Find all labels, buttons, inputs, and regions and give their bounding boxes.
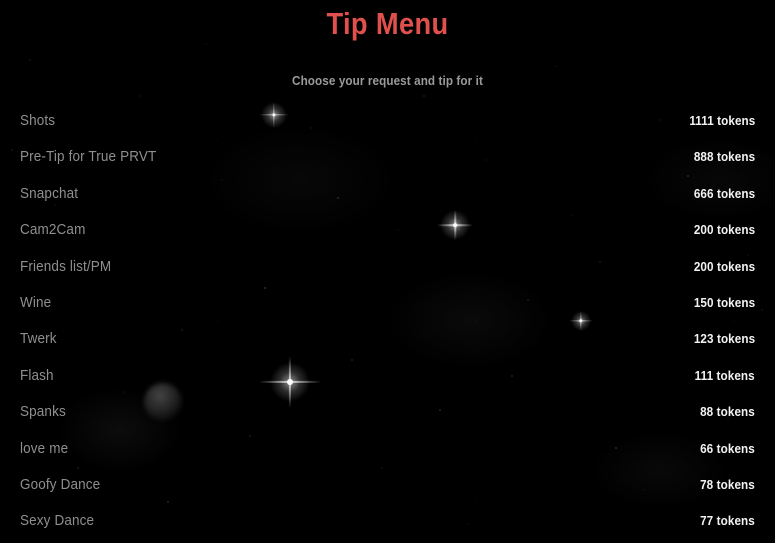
tip-item-price: 111 tokens [694,367,755,383]
tip-item-price: 200 tokens [693,222,755,238]
tip-item-price: 888 tokens [693,149,755,165]
tip-item-label: Shots [20,112,56,129]
page-subtitle: Choose your request and tip for it [292,73,483,88]
tip-item-label: Flash [20,366,54,384]
tip-item-label: Sexy Dance [20,512,95,530]
tip-menu-item[interactable]: Flash 111 tokens [0,367,775,403]
tip-item-price: 1111 tokens [688,113,755,128]
tip-menu-item[interactable]: love me 66 tokens [0,440,775,476]
tip-menu-item[interactable]: Sexy Dance 77 tokens [0,512,775,543]
tip-menu-screen: Tip Menu Choose your request and tip for… [0,0,775,543]
tip-item-price: 150 tokens [693,294,755,310]
tip-menu-item[interactable]: Pre-Tip for True PRVT 888 tokens [0,148,775,184]
tip-item-price: 123 tokens [693,331,755,347]
tip-menu-item[interactable]: Cam2Cam 200 tokens [0,221,775,257]
tip-item-label: Wine [20,293,52,311]
tip-item-price: 77 tokens [700,513,755,529]
tip-item-price: 666 tokens [693,185,755,201]
tip-menu-item[interactable]: Wine 150 tokens [0,294,775,330]
page-title: Tip Menu [326,6,449,41]
tip-item-label: Friends list/PM [20,257,112,275]
tip-menu-item[interactable]: Goofy Dance 78 tokens [0,476,775,512]
tip-item-price: 200 tokens [693,258,755,274]
tip-item-label: Pre-Tip for True PRVT [20,148,157,166]
tip-menu-item[interactable]: Friends list/PM 200 tokens [0,258,775,294]
tip-item-label: Twerk [20,330,57,348]
tip-menu-item[interactable]: Shots 1111 tokens [0,112,775,148]
tip-item-label: Spanks [20,403,66,421]
tip-menu-content: Tip Menu Choose your request and tip for… [0,0,775,543]
tip-item-price: 66 tokens [700,440,755,456]
tip-item-price: 78 tokens [700,476,755,492]
tip-menu-item[interactable]: Twerk 123 tokens [0,330,775,366]
tip-menu-item[interactable]: Snapchat 666 tokens [0,185,775,221]
tip-item-label: Snapchat [20,184,79,202]
tip-item-price: 88 tokens [700,404,755,420]
tip-item-label: Goofy Dance [20,475,101,493]
tip-item-label: Cam2Cam [20,221,86,239]
tip-menu-item[interactable]: Spanks 88 tokens [0,403,775,439]
tip-menu-list: Shots 1111 tokens Pre-Tip for True PRVT 888… [0,112,775,543]
tip-item-label: love me [20,439,69,457]
